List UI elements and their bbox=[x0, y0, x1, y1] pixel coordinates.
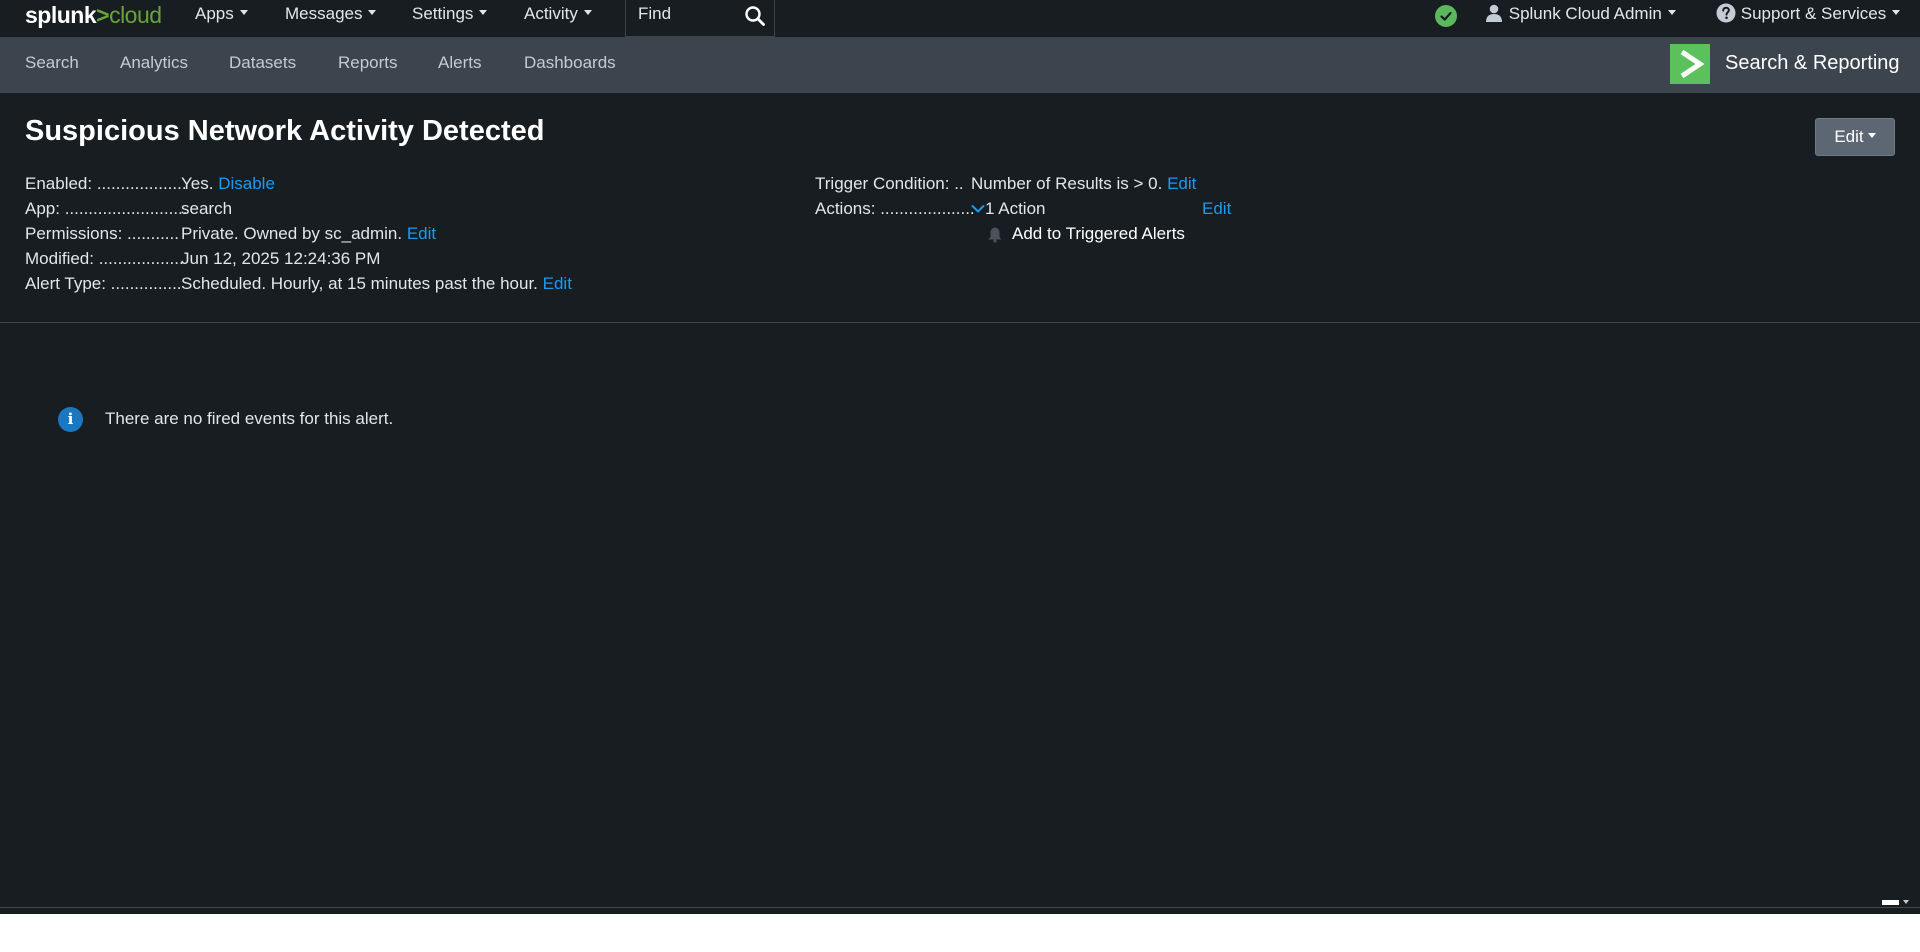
nav-reports[interactable]: Reports bbox=[338, 37, 398, 93]
splunk-cloud-logo[interactable]: splunk>cloud bbox=[25, 2, 162, 28]
support-menu[interactable]: Support & Services bbox=[1716, 0, 1901, 30]
info-icon: i bbox=[58, 407, 83, 432]
app-nav-bar: Search Analytics Datasets Reports Alerts… bbox=[0, 37, 1920, 93]
detail-label: App: .......................... bbox=[25, 199, 188, 218]
edit-permissions-link[interactable]: Edit bbox=[407, 224, 436, 243]
actions-toggle[interactable]: 1 Action bbox=[971, 198, 1046, 220]
top-bar: splunk>cloud Apps Messages Settings Acti… bbox=[0, 0, 1920, 37]
footer-handle-icon[interactable] bbox=[1882, 900, 1899, 905]
menu-messages[interactable]: Messages bbox=[285, 0, 377, 30]
caret-down-icon bbox=[1867, 133, 1876, 139]
caret-down-icon bbox=[583, 10, 592, 16]
user-icon bbox=[1486, 4, 1502, 22]
find-box bbox=[625, 0, 775, 37]
detail-value-text: Private. Owned by sc_admin. bbox=[181, 224, 403, 243]
caret-down-icon bbox=[368, 10, 377, 16]
edit-alert-type-link[interactable]: Edit bbox=[543, 274, 572, 293]
menu-messages-label: Messages bbox=[285, 4, 363, 23]
detail-value: Scheduled. Hourly, at 15 minutes past th… bbox=[181, 273, 572, 295]
menu-apps-label: Apps bbox=[195, 4, 234, 23]
logo-text-cloud: cloud bbox=[109, 2, 162, 28]
detail-label: Permissions: ........... bbox=[25, 224, 179, 243]
nav-dashboards[interactable]: Dashboards bbox=[524, 37, 616, 93]
detail-label: Trigger Condition: .. bbox=[815, 174, 964, 193]
detail-value: Yes. Disable bbox=[181, 173, 275, 195]
detail-value-text: Yes. bbox=[181, 174, 214, 193]
menu-settings-label: Settings bbox=[412, 4, 474, 23]
divider bbox=[0, 322, 1920, 323]
caret-down-icon bbox=[1667, 10, 1676, 16]
no-fired-events-message: There are no fired events for this alert… bbox=[105, 409, 394, 428]
detail-value: Jun 12, 2025 12:24:36 PM bbox=[181, 249, 381, 268]
search-icon[interactable] bbox=[743, 4, 767, 28]
bell-icon bbox=[988, 227, 1002, 243]
chevron-down-icon bbox=[971, 204, 985, 213]
user-menu[interactable]: Splunk Cloud Admin bbox=[1484, 0, 1676, 30]
detail-label: Actions: .................... bbox=[815, 199, 975, 218]
checkmark-icon bbox=[1440, 11, 1452, 21]
health-status-ok-icon[interactable] bbox=[1435, 5, 1457, 27]
detail-value: Private. Owned by sc_admin. Edit bbox=[181, 223, 436, 245]
app-window: splunk>cloud Apps Messages Settings Acti… bbox=[0, 0, 1920, 914]
page-title: Suspicious Network Activity Detected bbox=[25, 115, 545, 147]
disable-link[interactable]: Disable bbox=[218, 174, 275, 193]
menu-settings[interactable]: Settings bbox=[412, 0, 488, 30]
app-logo-icon[interactable] bbox=[1670, 44, 1710, 84]
actions-count: 1 Action bbox=[985, 199, 1046, 218]
detail-value-text: Scheduled. Hourly, at 15 minutes past th… bbox=[181, 274, 538, 293]
app-title[interactable]: Search & Reporting bbox=[1725, 52, 1900, 75]
support-menu-label: Support & Services bbox=[1740, 4, 1887, 23]
edit-actions-link[interactable]: Edit bbox=[1202, 199, 1231, 218]
action-item-triggered-alerts: Add to Triggered Alerts bbox=[1012, 224, 1185, 243]
menu-activity-label: Activity bbox=[524, 4, 578, 23]
logo-text-splunk: splunk bbox=[25, 2, 97, 28]
chevron-right-icon bbox=[1680, 49, 1705, 79]
caret-down-icon[interactable] bbox=[1903, 900, 1909, 904]
user-menu-label: Splunk Cloud Admin bbox=[1508, 4, 1662, 23]
detail-value-text: Number of Results is > 0. bbox=[971, 174, 1163, 193]
edit-button-label: Edit bbox=[1834, 127, 1864, 146]
detail-value: Number of Results is > 0. Edit bbox=[971, 173, 1196, 195]
menu-apps[interactable]: Apps bbox=[195, 0, 248, 30]
detail-label: Modified: .................. bbox=[25, 249, 184, 268]
nav-analytics[interactable]: Analytics bbox=[120, 37, 188, 93]
bottom-divider bbox=[0, 907, 1920, 908]
detail-value: search bbox=[181, 199, 233, 218]
find-input[interactable] bbox=[638, 3, 738, 25]
menu-activity[interactable]: Activity bbox=[524, 0, 592, 30]
help-icon bbox=[1716, 3, 1736, 23]
edit-trigger-link[interactable]: Edit bbox=[1167, 174, 1196, 193]
logo-text-chevron: > bbox=[96, 2, 110, 28]
caret-down-icon bbox=[1892, 10, 1901, 16]
edit-button[interactable]: Edit bbox=[1815, 118, 1895, 156]
nav-alerts[interactable]: Alerts bbox=[438, 37, 481, 93]
nav-search[interactable]: Search bbox=[25, 37, 79, 93]
detail-label: Alert Type: ............... bbox=[25, 274, 182, 293]
edit-actions-link-wrap: Edit bbox=[1202, 198, 1231, 220]
detail-label: Enabled: ................... bbox=[25, 174, 187, 193]
nav-datasets[interactable]: Datasets bbox=[229, 37, 296, 93]
caret-down-icon bbox=[239, 10, 248, 16]
caret-down-icon bbox=[479, 10, 488, 16]
